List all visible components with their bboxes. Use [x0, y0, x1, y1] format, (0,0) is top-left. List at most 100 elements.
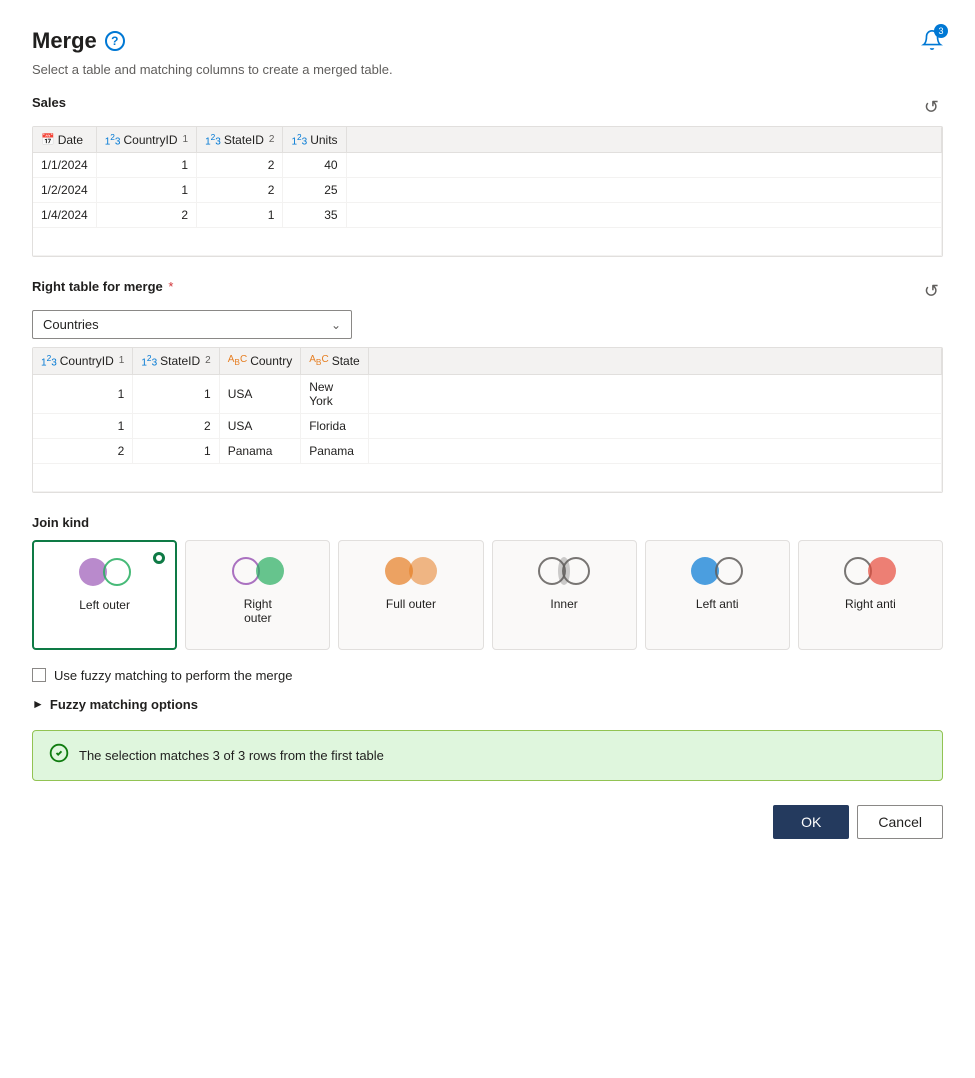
- dropdown-value: Countries: [43, 317, 99, 332]
- success-message: The selection matches 3 of 3 rows from t…: [79, 748, 384, 763]
- venn-right-anti: [844, 555, 896, 587]
- right-table-label: Right table for merge: [32, 279, 163, 294]
- join-option-left-outer[interactable]: Left outer: [32, 540, 177, 650]
- join-label-left-outer: Left outer: [79, 598, 130, 612]
- help-icon[interactable]: ?: [105, 31, 125, 51]
- countries-col-state: ABC State: [301, 348, 369, 374]
- join-option-right-outer[interactable]: Rightouter: [185, 540, 330, 650]
- countries-table-header-row: 123 CountryID 1 123 StateID 2: [33, 348, 942, 374]
- sales-row2-stateid: 2: [197, 178, 283, 203]
- sales-row1-date: 1/1/2024: [33, 153, 96, 178]
- join-label-right-outer: Rightouter: [244, 597, 272, 625]
- sales-col-units: 123 Units: [283, 127, 346, 153]
- sales-label: Sales: [32, 95, 66, 110]
- join-option-full-outer[interactable]: Full outer: [338, 540, 483, 650]
- sales-col-stateid: 123 StateID 2: [197, 127, 283, 153]
- table-row: 1 2 USA Florida: [33, 413, 942, 438]
- venn-full-outer: [385, 555, 437, 587]
- sales-row1-units: 40: [283, 153, 346, 178]
- countries-col-countryid: 123 CountryID 1: [33, 348, 133, 374]
- join-kind-label: Join kind: [32, 515, 943, 530]
- sales-refresh-button[interactable]: ↺: [920, 95, 943, 120]
- join-option-right-anti[interactable]: Right anti: [798, 540, 943, 650]
- sales-row2-units: 25: [283, 178, 346, 203]
- venn-circle-right: [103, 558, 131, 586]
- join-label-right-anti: Right anti: [845, 597, 896, 611]
- join-label-left-anti: Left anti: [696, 597, 739, 611]
- selected-indicator: [151, 550, 167, 566]
- sales-row1-stateid: 2: [197, 153, 283, 178]
- sales-table-container: 📅 Date 123 CountryID 1 123: [33, 127, 942, 256]
- sales-row3-units: 35: [283, 203, 346, 228]
- bell-badge: 3: [934, 24, 948, 38]
- countries-row1-country: USA: [219, 374, 301, 413]
- countries-row3-country: Panama: [219, 438, 301, 463]
- table-row: 1/1/2024 1 2 40: [33, 153, 942, 178]
- sales-col-empty: [346, 127, 941, 153]
- fuzzy-matching-checkbox[interactable]: [32, 668, 46, 682]
- footer-row: OK Cancel: [32, 805, 943, 839]
- countries-col-stateid: 123 StateID 2: [133, 348, 219, 374]
- countries-row3-countryid: 2: [33, 438, 133, 463]
- countries-row2-country: USA: [219, 413, 301, 438]
- chevron-down-icon: ⌄: [331, 318, 341, 332]
- countries-row3-state: Panama: [301, 438, 369, 463]
- success-check-icon: [49, 743, 69, 768]
- sales-table-section: 📅 Date 123 CountryID 1 123: [32, 126, 943, 257]
- join-option-inner[interactable]: Inner: [492, 540, 637, 650]
- sales-row2-countryid: 1: [96, 178, 196, 203]
- countries-row2-countryid: 1: [33, 413, 133, 438]
- countries-col-empty: [368, 348, 941, 374]
- sales-row1-countryid: 1: [96, 153, 196, 178]
- bell-icon[interactable]: 3: [921, 29, 943, 54]
- right-table-section-header: Right table for merge * ↺: [32, 279, 943, 304]
- required-indicator: *: [168, 279, 173, 294]
- countries-row1-state: New York: [301, 374, 369, 413]
- join-label-inner: Inner: [550, 597, 577, 611]
- fuzzy-options-label: Fuzzy matching options: [50, 697, 198, 712]
- countries-table: 123 CountryID 1 123 StateID 2: [33, 348, 942, 491]
- cancel-button[interactable]: Cancel: [857, 805, 943, 839]
- countries-col-country: ABC Country: [219, 348, 301, 374]
- table-row: [33, 228, 942, 256]
- table-row: 1/4/2024 2 1 35: [33, 203, 942, 228]
- countries-row1-countryid: 1: [33, 374, 133, 413]
- sales-col-date: 📅 Date: [33, 127, 96, 153]
- countries-row1-stateid: 1: [133, 374, 219, 413]
- venn-left-anti: [691, 555, 743, 587]
- countries-row2-stateid: 2: [133, 413, 219, 438]
- page-title: Merge: [32, 28, 97, 54]
- venn-left-outer: [79, 556, 131, 588]
- sales-row3-countryid: 2: [96, 203, 196, 228]
- venn-circle-right: [256, 557, 284, 585]
- join-label-full-outer: Full outer: [386, 597, 436, 611]
- header-row: Merge ? 3: [32, 28, 943, 54]
- sales-table: 📅 Date 123 CountryID 1 123: [33, 127, 942, 256]
- sales-row2-date: 1/2/2024: [33, 178, 96, 203]
- fuzzy-matching-label: Use fuzzy matching to perform the merge: [54, 668, 292, 683]
- fuzzy-options-row[interactable]: ► Fuzzy matching options: [32, 697, 943, 712]
- sales-section-header: Sales ↺: [32, 95, 943, 120]
- venn-right-outer: [232, 555, 284, 587]
- table-row: 1/2/2024 1 2 25: [33, 178, 942, 203]
- date-icon: 📅: [41, 133, 55, 146]
- venn-inner: [538, 555, 590, 587]
- table-row: 1 1 USA New York: [33, 374, 942, 413]
- right-table-dropdown[interactable]: Countries ⌄: [32, 310, 352, 339]
- sales-row3-stateid: 1: [197, 203, 283, 228]
- sales-row3-date: 1/4/2024: [33, 203, 96, 228]
- join-option-left-anti[interactable]: Left anti: [645, 540, 790, 650]
- dropdown-row: Countries ⌄: [32, 310, 943, 339]
- title-row: Merge ?: [32, 28, 125, 54]
- venn-circle-right: [715, 557, 743, 585]
- subtitle: Select a table and matching columns to c…: [32, 62, 943, 77]
- venn-circle-right: [562, 557, 590, 585]
- table-row: [33, 463, 942, 491]
- right-table-refresh-button[interactable]: ↺: [920, 279, 943, 304]
- sales-table-header-row: 📅 Date 123 CountryID 1 123: [33, 127, 942, 153]
- table-row: 2 1 Panama Panama: [33, 438, 942, 463]
- ok-button[interactable]: OK: [773, 805, 849, 839]
- countries-row3-stateid: 1: [133, 438, 219, 463]
- countries-table-container: 123 CountryID 1 123 StateID 2: [33, 348, 942, 491]
- chevron-right-icon: ►: [32, 697, 44, 711]
